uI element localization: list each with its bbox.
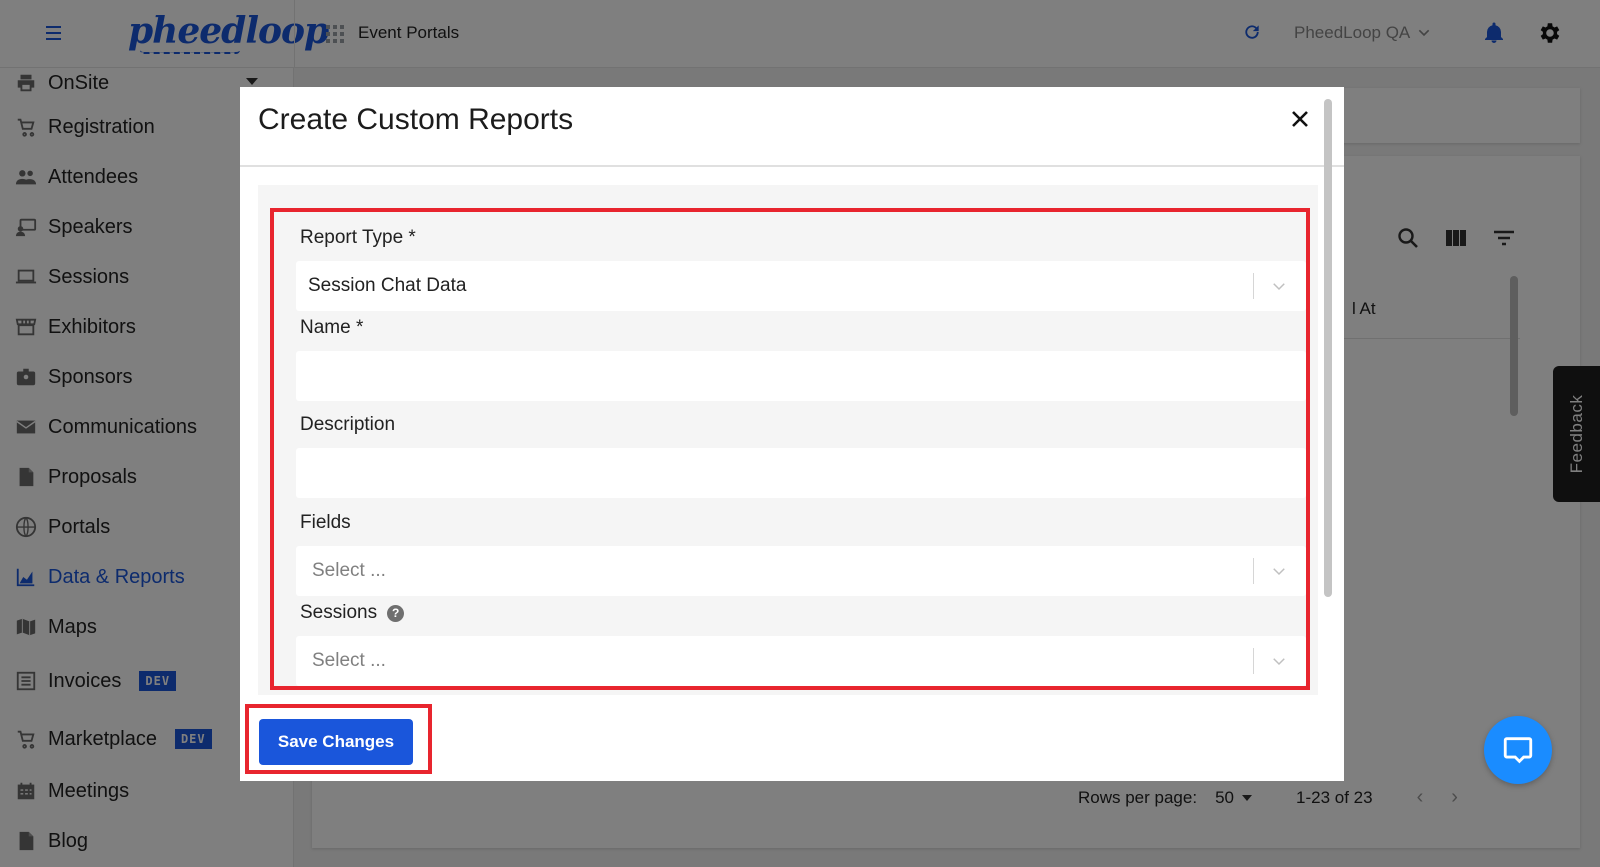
save-highlight-box bbox=[245, 704, 432, 774]
modal-header: Create Custom Reports bbox=[240, 87, 1344, 167]
close-icon[interactable] bbox=[1288, 107, 1312, 131]
chat-bubble-icon bbox=[1503, 737, 1533, 764]
chat-launcher-button[interactable] bbox=[1484, 716, 1552, 784]
modal-scrollbar[interactable] bbox=[1324, 99, 1332, 597]
create-custom-reports-modal: Create Custom Reports Report Type * Sess… bbox=[240, 87, 1344, 781]
modal-title: Create Custom Reports bbox=[258, 103, 574, 136]
form-highlight-box bbox=[270, 208, 1310, 690]
